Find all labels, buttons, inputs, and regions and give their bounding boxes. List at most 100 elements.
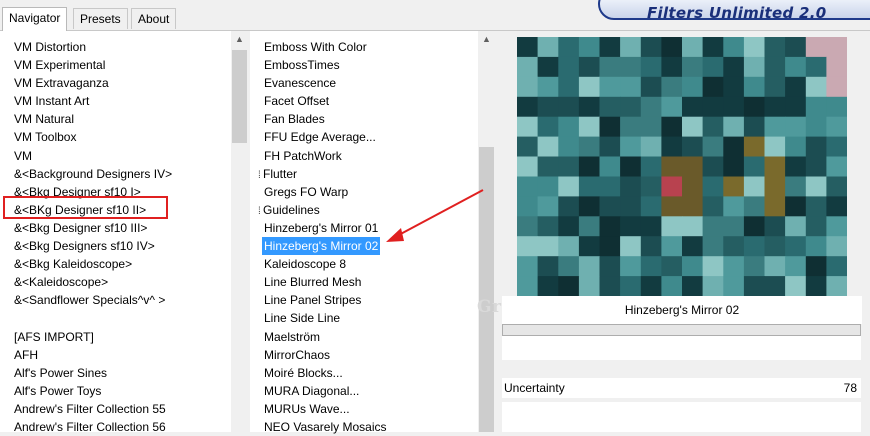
preview-tile: [661, 96, 683, 118]
scroll-up-icon[interactable]: ▲: [231, 31, 248, 48]
preview-tile: [723, 156, 745, 177]
category-scroll-thumb[interactable]: [232, 50, 247, 143]
category-item[interactable]: VM Toolbox: [0, 128, 172, 146]
preview-tile: [702, 196, 724, 217]
preview-tile: [578, 156, 600, 177]
filter-item-label: MirrorChaos: [264, 347, 331, 362]
progress-bar: [502, 324, 861, 336]
category-item[interactable]: &<Bkg Kaleidoscope>: [0, 255, 172, 273]
filter-item[interactable]: Kaleidoscope 8: [250, 255, 386, 273]
category-item[interactable]: VM: [0, 147, 172, 165]
category-item[interactable]: Alf's Power Sines: [0, 364, 172, 382]
filter-item[interactable]: FH PatchWork: [250, 147, 386, 165]
filter-item-label: Emboss With Color: [264, 40, 367, 54]
preview-tile: [620, 96, 642, 118]
filter-item-label: Gregs FO Warp: [264, 184, 349, 199]
category-list-panel[interactable]: VM Distortion VM Experimental VM Extravaga…: [0, 31, 248, 434]
preview-tile: [723, 56, 745, 78]
tab-navigator[interactable]: Navigator: [2, 7, 68, 31]
preview-tile: [743, 196, 765, 217]
preview-tile: [764, 136, 786, 157]
preview-tile: [599, 256, 621, 277]
filter-item[interactable]: Evanescence: [250, 74, 386, 92]
filter-list-panel[interactable]: Emboss With Color EmbossTimes Evanescence F…: [250, 31, 495, 434]
preview-tile: [661, 156, 683, 177]
parameter-area: [502, 402, 861, 432]
category-item[interactable]: AFH: [0, 346, 172, 364]
preview-tile: [743, 116, 765, 138]
category-list[interactable]: VM Distortion VM Experimental VM Extravaga…: [0, 38, 172, 436]
preview-tile: [558, 196, 580, 217]
filter-item[interactable]: Hinzeberg's Mirror 01: [250, 219, 386, 237]
preview-tile: [764, 196, 786, 217]
filter-item[interactable]: ⁞ Guidelines: [250, 201, 386, 219]
filter-scroll-thumb[interactable]: [479, 147, 494, 432]
category-item[interactable]: VM Extravaganza: [0, 74, 172, 92]
preview-tile: [578, 37, 600, 58]
preview-tile: [661, 256, 683, 277]
category-item[interactable]: VM Experimental: [0, 56, 172, 74]
preview-tile: [578, 136, 600, 157]
preview-tile: [826, 136, 847, 157]
preview-tile: [661, 37, 683, 58]
category-item[interactable]: &<Background Designers IV>: [0, 165, 172, 183]
filter-item[interactable]: ⁞ Flutter: [250, 165, 386, 183]
tab-presets[interactable]: Presets: [73, 8, 128, 29]
preview-tile: [517, 276, 539, 296]
filter-item[interactable]: Facet Offset: [250, 92, 386, 110]
preview-tile: [702, 96, 724, 118]
filter-item[interactable]: MURUs Wave...: [250, 400, 386, 418]
category-item[interactable]: &<Bkg Designer sf10 III>: [0, 219, 172, 237]
filter-item[interactable]: Gregs FO Warp: [250, 183, 386, 201]
preview-tile: [640, 276, 662, 296]
filter-scrollbar[interactable]: ▲: [478, 31, 495, 432]
preview-tile: [620, 37, 642, 58]
filter-item[interactable]: Hinzeberg's Mirror 02: [250, 237, 386, 256]
filter-item[interactable]: Emboss With Color: [250, 38, 386, 56]
preview-tile: [682, 276, 704, 296]
category-item[interactable]: [AFS IMPORT]: [0, 328, 172, 346]
filter-list[interactable]: Emboss With Color EmbossTimes Evanescence F…: [250, 38, 386, 436]
parameter-value[interactable]: 78: [844, 381, 857, 395]
filter-item[interactable]: Maelström: [250, 328, 386, 346]
preview-tile: [805, 76, 827, 98]
scroll-up-icon[interactable]: ▲: [478, 31, 495, 48]
preview-tile: [743, 136, 765, 157]
category-item[interactable]: &<Bkg Designers sf10 IV>: [0, 237, 172, 255]
category-item[interactable]: VM Instant Art: [0, 92, 172, 110]
category-item[interactable]: Alf's Power Toys: [0, 382, 172, 400]
preview-tile: [537, 276, 559, 296]
preview-tile: [537, 56, 559, 78]
filter-item[interactable]: FFU Edge Average...: [250, 128, 386, 146]
filter-item[interactable]: EmbossTimes: [250, 56, 386, 74]
category-item[interactable]: VM Distortion: [0, 38, 172, 56]
filter-item[interactable]: Fan Blades: [250, 110, 386, 128]
category-item[interactable]: Andrew's Filter Collection 55: [0, 400, 172, 418]
preview-tile: [826, 216, 847, 237]
category-item[interactable]: VM Natural: [0, 110, 172, 128]
filter-item[interactable]: Line Panel Stripes: [250, 291, 386, 309]
category-item[interactable]: &<Kaleidoscope>: [0, 273, 172, 291]
preview-tile: [558, 56, 580, 78]
category-item[interactable]: &<Sandflower Specials^v^ >: [0, 291, 172, 309]
filter-item[interactable]: MirrorChaos: [250, 346, 386, 364]
preview-tile: [764, 56, 786, 78]
tab-about[interactable]: About: [131, 8, 177, 29]
filter-item[interactable]: Line Side Line: [250, 309, 386, 327]
preview-tile: [537, 96, 559, 118]
preview-tile: [723, 216, 745, 237]
preview-tile: [682, 156, 704, 177]
filter-item[interactable]: Line Blurred Mesh: [250, 273, 386, 291]
preview-tile: [640, 216, 662, 237]
preview-tile: [537, 37, 559, 58]
filter-item[interactable]: MURA Diagonal...: [250, 382, 386, 400]
filter-item[interactable]: Moiré Blocks...: [250, 364, 386, 382]
preview-tile: [640, 76, 662, 98]
category-scrollbar[interactable]: ▲: [231, 31, 248, 432]
preview-tile: [661, 176, 683, 197]
category-item[interactable]: Andrew's Filter Collection 56: [0, 418, 172, 436]
preview-tile: [682, 216, 704, 237]
preview-tile: [743, 156, 765, 177]
filter-item[interactable]: NEO Vasarely Mosaics: [250, 418, 386, 436]
parameter-row[interactable]: Uncertainty 78: [502, 378, 861, 398]
